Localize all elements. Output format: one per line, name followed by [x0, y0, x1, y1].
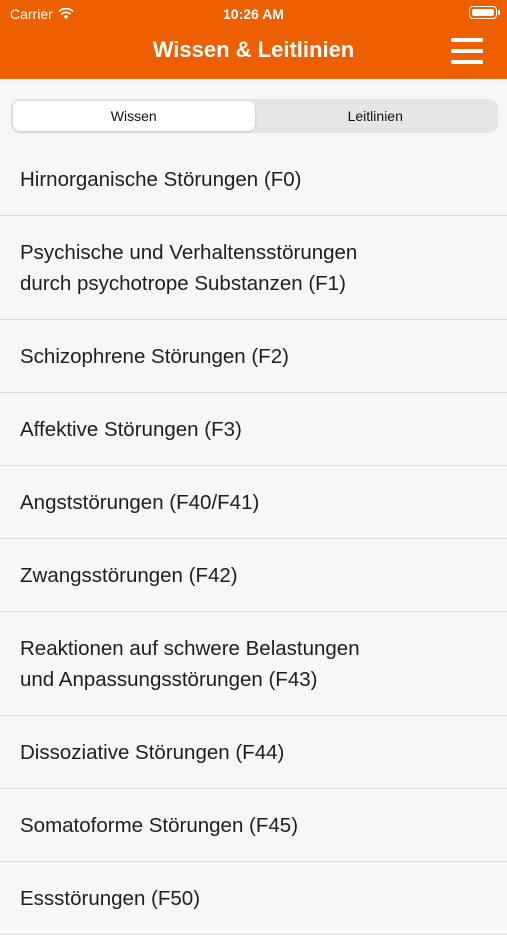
list-item-f3[interactable]: Affektive Störungen (F3) — [0, 393, 507, 466]
status-bar: Carrier 10:26 AM — [0, 0, 507, 28]
list-item-label: Reaktionen auf schwere Belastungen und A… — [20, 636, 360, 691]
list-item-f45[interactable]: Somatoforme Störungen (F45) — [0, 789, 507, 862]
list-item-label: Schizophrene Störungen (F2) — [20, 344, 289, 368]
list-item-label: Hirnorganische Störungen (F0) — [20, 167, 302, 191]
list-item-f50[interactable]: Essstörungen (F50) — [0, 862, 507, 935]
list-item-f2[interactable]: Schizophrene Störungen (F2) — [0, 320, 507, 393]
segment-leitlinien[interactable]: Leitlinien — [255, 101, 497, 131]
topic-list: Hirnorganische Störungen (F0) Psychische… — [0, 143, 507, 935]
list-item-label: Zwangsstörungen (F42) — [20, 563, 238, 587]
list-item-f43[interactable]: Reaktionen auf schwere Belastungen und A… — [0, 612, 507, 716]
list-item-f44[interactable]: Dissoziative Störungen (F44) — [0, 716, 507, 789]
list-item-f0[interactable]: Hirnorganische Störungen (F0) — [0, 143, 507, 216]
list-item-label: Dissoziative Störungen (F44) — [20, 740, 285, 764]
clock: 10:26 AM — [223, 6, 284, 22]
list-item-f42[interactable]: Zwangsstörungen (F42) — [0, 539, 507, 612]
list-item-label: Psychische und Verhaltensstörungen durch… — [20, 240, 358, 295]
list-item-f40-f41[interactable]: Angststörungen (F40/F41) — [0, 466, 507, 539]
page-title: Wissen & Leitlinien — [152, 37, 355, 62]
list-item-f1[interactable]: Psychische und Verhaltensstörungen durch… — [0, 216, 507, 320]
nav-header: Carrier 10:26 AM Wissen & Leitlinien — [0, 0, 507, 79]
segment-wissen[interactable]: Wissen — [13, 101, 255, 131]
hamburger-menu-icon[interactable] — [451, 38, 483, 64]
list-item-label: Somatoforme Störungen (F45) — [20, 813, 299, 837]
segmented-control: Wissen Leitlinien — [11, 99, 498, 133]
list-item-label: Affektive Störungen (F3) — [20, 417, 242, 441]
list-item-label: Angststörungen (F40/F41) — [20, 490, 260, 514]
battery-icon — [469, 6, 500, 19]
list-item-label: Essstörungen (F50) — [20, 886, 201, 910]
